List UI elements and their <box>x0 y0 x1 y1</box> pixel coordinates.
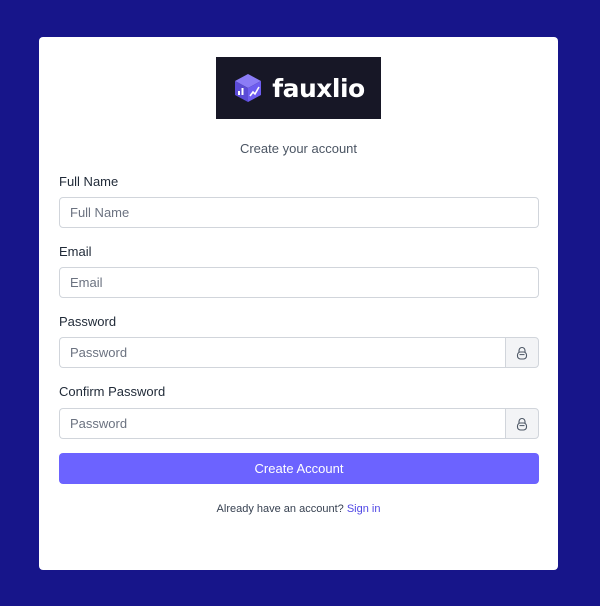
form-subtitle: Create your account <box>239 141 358 156</box>
email-input[interactable] <box>59 267 539 298</box>
email-label: Email <box>59 244 92 259</box>
lock-icon <box>516 417 528 431</box>
brand-name: fauxlio <box>272 73 365 103</box>
create-account-button[interactable]: Create Account <box>59 453 539 484</box>
full-name-input[interactable] <box>59 197 539 228</box>
password-input[interactable] <box>59 337 505 368</box>
confirm-password-visibility-toggle[interactable] <box>505 408 539 439</box>
signup-card: fauxlio Create your account Full Name Em… <box>39 37 558 570</box>
signin-prompt-text: Already have an account? <box>216 503 344 515</box>
password-label: Password <box>59 314 117 329</box>
password-group <box>59 337 539 368</box>
confirm-password-group <box>59 408 539 439</box>
confirm-password-label: Confirm Password <box>59 384 166 399</box>
confirm-password-input[interactable] <box>59 408 505 439</box>
full-name-label: Full Name <box>59 174 119 189</box>
password-visibility-toggle[interactable] <box>505 337 539 368</box>
brand-logo: fauxlio <box>216 57 381 119</box>
signin-prompt: Already have an account? Sign in <box>39 503 558 515</box>
cube-chart-logo-icon <box>235 74 262 102</box>
lock-icon <box>516 346 528 360</box>
signin-link[interactable]: Sign in <box>347 503 381 515</box>
